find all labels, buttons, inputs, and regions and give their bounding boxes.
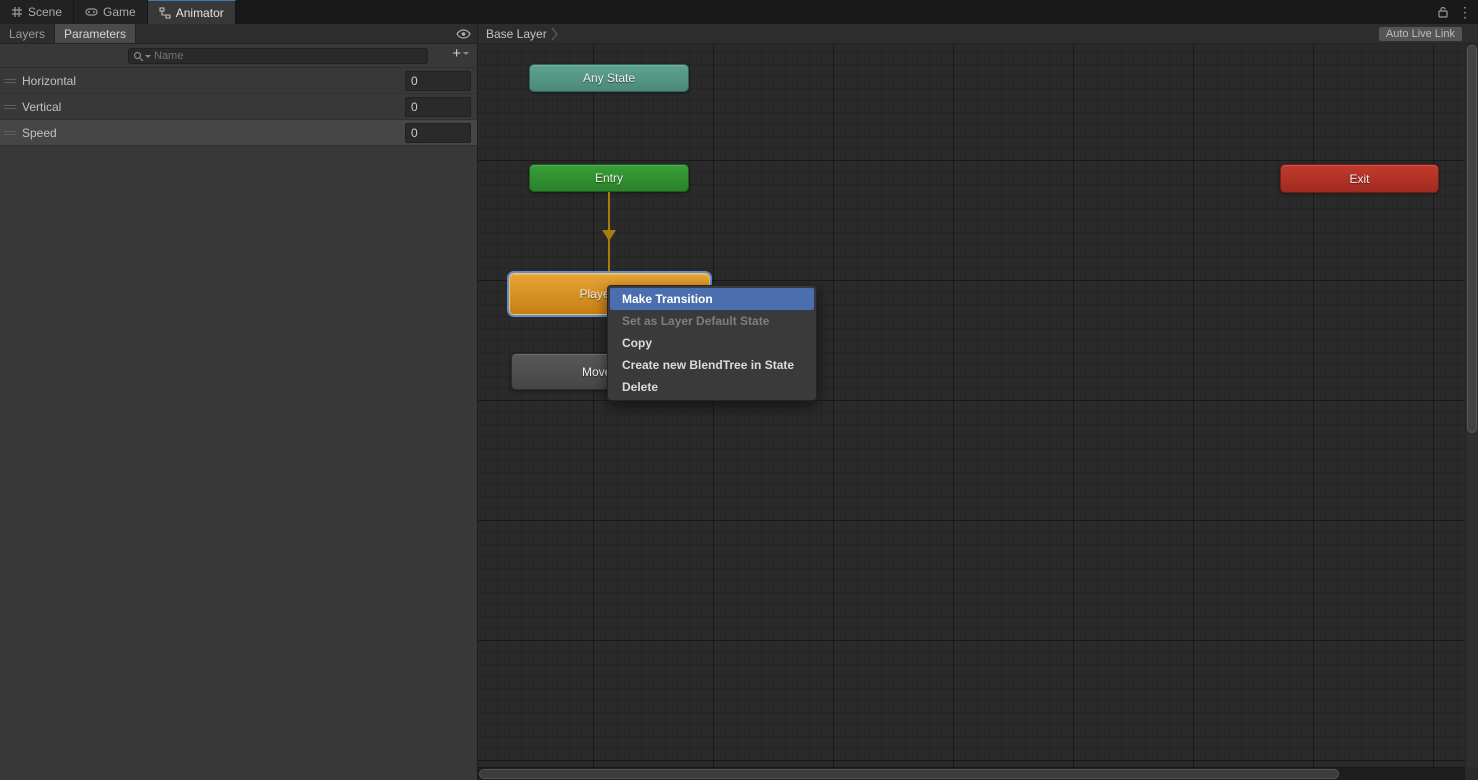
menu-item-make-transition[interactable]: Make Transition	[610, 288, 814, 310]
side-panel-tabs: Layers Parameters	[0, 24, 477, 44]
animator-graph-canvas[interactable]: Any State Entry Exit Player_Idle Movemen…	[478, 44, 1478, 780]
parameter-value-field[interactable]	[405, 97, 471, 117]
tab-game-label: Game	[103, 5, 136, 19]
parameter-row-horizontal[interactable]: Horizontal	[0, 68, 477, 94]
parameter-list: Horizontal Vertical Speed	[0, 67, 477, 146]
window-tab-bar: Scene Game Animator ⋮	[0, 0, 1478, 24]
tab-animator[interactable]: Animator	[148, 0, 236, 24]
search-filter-arrow-icon	[145, 55, 151, 58]
drag-handle-icon[interactable]	[4, 105, 16, 109]
tab-parameters[interactable]: Parameters	[55, 24, 136, 43]
search-icon	[133, 51, 151, 62]
parameter-name: Horizontal	[22, 74, 76, 88]
breadcrumb[interactable]: Base Layer	[486, 27, 547, 41]
drag-handle-icon[interactable]	[4, 79, 16, 83]
tab-layers-label: Layers	[9, 27, 45, 41]
auto-live-link-button[interactable]: Auto Live Link	[1378, 26, 1463, 42]
parameter-row-vertical[interactable]: Vertical	[0, 94, 477, 120]
parameter-row-speed[interactable]: Speed	[0, 120, 477, 146]
tab-game[interactable]: Game	[74, 0, 148, 24]
add-parameter-button[interactable]: +	[452, 46, 469, 61]
tab-scene-label: Scene	[28, 5, 62, 19]
kebab-menu-icon[interactable]: ⋮	[1456, 5, 1474, 19]
tab-parameters-label: Parameters	[64, 27, 126, 41]
search-input[interactable]	[154, 50, 423, 62]
animator-side-panel: Layers Parameters +	[0, 24, 478, 780]
scrollbar-corner	[1465, 767, 1478, 780]
breadcrumb-chevron-icon	[551, 27, 558, 41]
lock-icon[interactable]	[1438, 6, 1448, 18]
gamepad-icon	[85, 7, 98, 17]
parameter-value-field[interactable]	[405, 71, 471, 91]
parameter-name: Speed	[22, 126, 57, 140]
menu-item-set-default-state[interactable]: Set as Layer Default State	[610, 310, 814, 332]
context-menu: Make Transition Set as Layer Default Sta…	[607, 285, 817, 401]
chevron-down-icon	[463, 52, 469, 55]
tab-layers[interactable]: Layers	[0, 24, 55, 43]
visibility-eye-icon[interactable]	[456, 26, 471, 42]
parameter-value-field[interactable]	[405, 123, 471, 143]
parameter-name: Vertical	[22, 100, 61, 114]
menu-item-copy[interactable]: Copy	[610, 332, 814, 354]
breadcrumb-bar: Base Layer Auto Live Link	[478, 24, 1478, 44]
menu-item-create-blendtree[interactable]: Create new BlendTree in State	[610, 354, 814, 376]
horizontal-scrollbar-thumb[interactable]	[479, 769, 1339, 779]
plus-icon: +	[452, 46, 461, 61]
entry-transition-arrow	[478, 44, 1478, 780]
menu-item-delete[interactable]: Delete	[610, 376, 814, 398]
parameter-search-row: +	[0, 44, 477, 67]
node-exit[interactable]: Exit	[1280, 164, 1439, 193]
tab-scene[interactable]: Scene	[0, 0, 74, 24]
search-field[interactable]	[128, 48, 428, 64]
node-entry[interactable]: Entry	[529, 164, 689, 192]
drag-handle-icon[interactable]	[4, 131, 16, 135]
vertical-scrollbar-thumb[interactable]	[1467, 45, 1477, 433]
vertical-scrollbar[interactable]	[1465, 44, 1478, 767]
horizontal-scrollbar[interactable]	[478, 767, 1465, 780]
tab-animator-label: Animator	[176, 6, 224, 20]
node-any-state[interactable]: Any State	[529, 64, 689, 92]
animator-icon	[159, 7, 171, 19]
scene-grid-icon	[11, 6, 23, 18]
